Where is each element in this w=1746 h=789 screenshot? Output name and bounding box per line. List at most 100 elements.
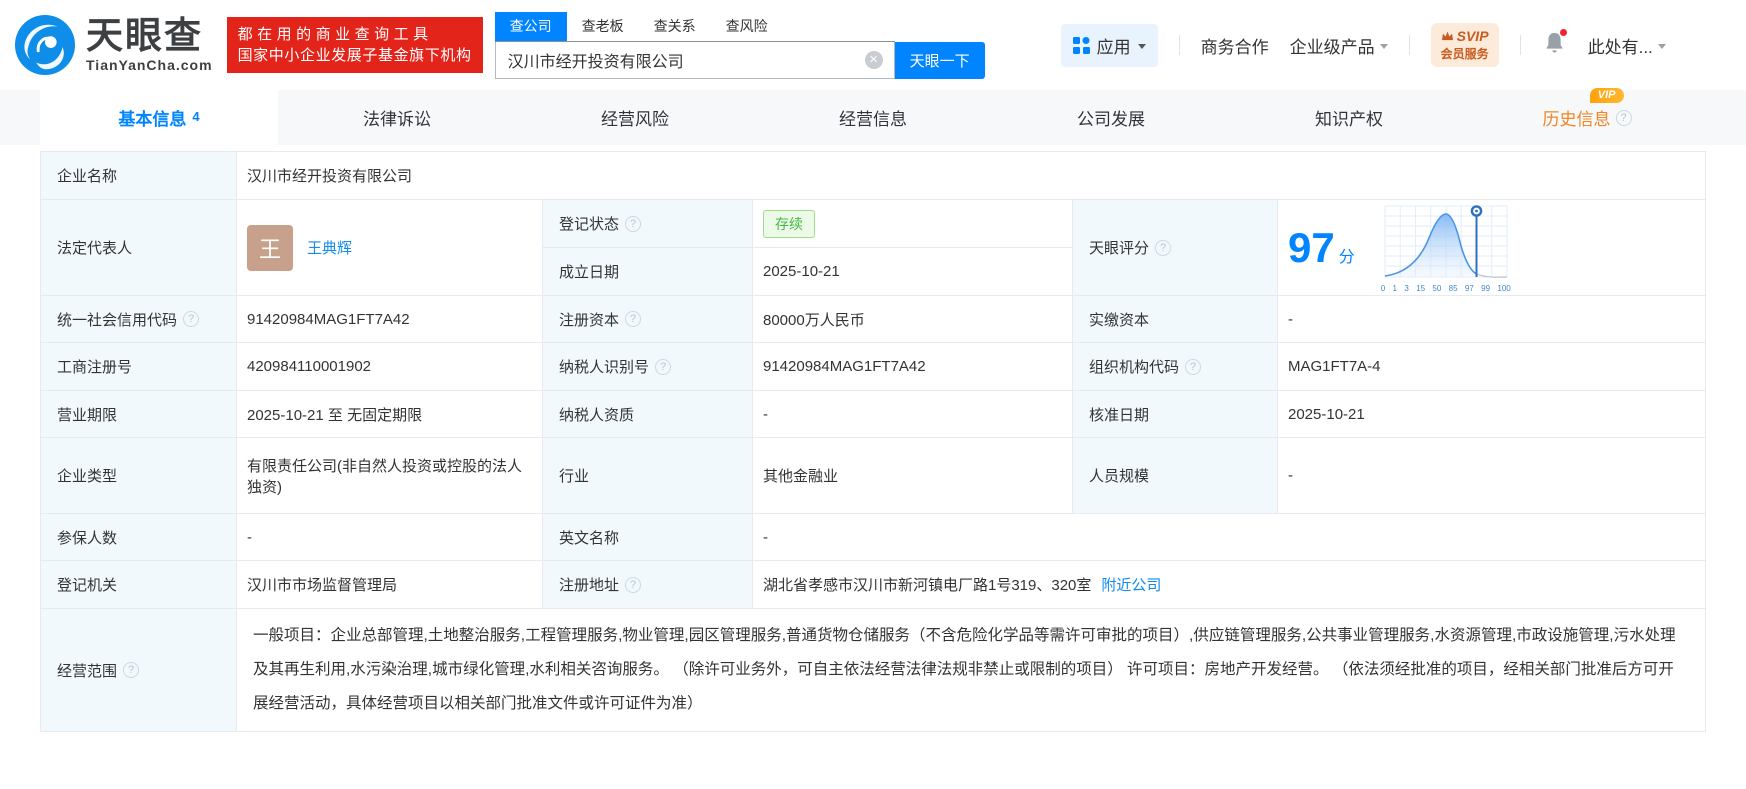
user-menu[interactable]: 此处有... xyxy=(1588,33,1666,58)
label-tianyan-score: 天眼评分 xyxy=(1073,200,1278,296)
value-taxpayer-id: 91420984MAG1FT7A42 xyxy=(753,343,1073,391)
label-text: 注册地址 xyxy=(559,577,620,594)
label-english-name: 英文名称 xyxy=(543,514,753,561)
header: 天眼查 TianYanCha.com 都在用的商业查询工具 国家中小企业发展子基… xyxy=(0,0,1746,90)
help-icon[interactable] xyxy=(625,215,642,232)
label-company-type: 企业类型 xyxy=(41,438,237,514)
value-registration-authority: 汉川市市场监督管理局 xyxy=(237,561,543,609)
tianyancha-logo-icon xyxy=(14,14,76,76)
apps-grid-icon xyxy=(1072,36,1090,54)
value-insured-count: - xyxy=(237,514,543,561)
search-input[interactable] xyxy=(495,50,865,69)
slogan-line1: 都在用的商业查询工具 xyxy=(237,26,433,43)
divider xyxy=(1519,35,1521,55)
tick: 1 xyxy=(1392,284,1397,293)
search-button[interactable]: 天眼一下 xyxy=(894,41,985,79)
label-insured-count: 参保人数 xyxy=(41,514,237,561)
company-section-tabs: 基本信息 4 法律诉讼 经营风险 经营信息 公司发展 知识产权 VIP 历史信息 xyxy=(0,88,1746,145)
crown-icon xyxy=(1441,30,1453,40)
search-tab-risk[interactable]: 查风险 xyxy=(711,12,783,41)
tab-label: 基本信息 xyxy=(118,110,187,129)
slogan-line2: 国家中小企业发展子基金旗下机构 xyxy=(237,47,472,64)
label-text: 纳税人识别号 xyxy=(559,359,650,376)
label-paid-in-capital: 实缴资本 xyxy=(1073,296,1278,343)
header-nav: 应用 商务合作 企业级产品 SVIP 会员服务 此处有... xyxy=(1060,23,1666,67)
label-business-scope: 经营范围 xyxy=(41,609,237,732)
help-icon[interactable] xyxy=(625,576,642,593)
label-industry: 行业 xyxy=(543,438,753,514)
help-icon[interactable] xyxy=(1155,239,1172,256)
tab-history-info[interactable]: VIP 历史信息 xyxy=(1468,88,1706,145)
tick: 97 xyxy=(1464,284,1474,293)
label-registered-capital: 注册资本 xyxy=(543,296,753,343)
tick: 99 xyxy=(1481,284,1491,293)
label-credit-code: 统一社会信用代码 xyxy=(41,296,237,343)
score-value: 97 xyxy=(1288,223,1335,271)
tab-company-development[interactable]: 公司发展 xyxy=(992,90,1230,145)
tab-legal-proceedings[interactable]: 法律诉讼 xyxy=(278,90,516,145)
search-tab-relation[interactable]: 查关系 xyxy=(639,12,711,41)
svip-membership-badge[interactable]: SVIP 会员服务 xyxy=(1430,23,1499,67)
label-establishment-date: 成立日期 xyxy=(543,248,753,296)
label-legal-representative: 法定代表人 xyxy=(41,200,237,296)
search-area: 查公司 查老板 查关系 查风险 天眼一下 xyxy=(494,11,985,79)
help-icon[interactable] xyxy=(1185,358,1202,375)
tab-operation-risk[interactable]: 经营风险 xyxy=(516,90,754,145)
value-registration-status: 存续 xyxy=(753,200,1073,248)
user-name: 此处有... xyxy=(1587,37,1653,57)
notifications-button[interactable] xyxy=(1544,28,1568,59)
status-badge: 存续 xyxy=(763,209,815,238)
tick: 15 xyxy=(1416,284,1426,293)
help-icon[interactable] xyxy=(123,662,140,678)
value-staff-size: - xyxy=(1278,438,1706,514)
enterprise-products-label: 企业级产品 xyxy=(1289,37,1375,57)
tick: 100 xyxy=(1497,284,1511,293)
nav-enterprise-products[interactable]: 企业级产品 xyxy=(1290,33,1388,58)
tab-basic-info[interactable]: 基本信息 4 xyxy=(40,90,278,145)
label-text: 统一社会信用代码 xyxy=(57,311,178,329)
help-icon[interactable] xyxy=(655,358,672,375)
tick: 0 xyxy=(1380,284,1386,293)
value-registered-capital: 80000万人民币 xyxy=(753,296,1073,343)
value-approval-date: 2025-10-21 xyxy=(1278,391,1706,438)
search-tab-company[interactable]: 查公司 xyxy=(494,11,567,41)
search-input-wrap xyxy=(494,41,895,79)
score-unit: 分 xyxy=(1338,248,1355,266)
label-registered-address: 注册地址 xyxy=(543,561,753,609)
value-taxpayer-qualification: - xyxy=(753,391,1073,438)
search-tab-boss[interactable]: 查老板 xyxy=(567,12,639,41)
slogan-banner: 都在用的商业查询工具 国家中小企业发展子基金旗下机构 xyxy=(226,17,483,73)
logo[interactable]: 天眼查 TianYanCha.com xyxy=(14,14,213,76)
tab-operation-info[interactable]: 经营信息 xyxy=(754,90,992,145)
chevron-down-icon xyxy=(1137,43,1146,49)
nav-biz-coop[interactable]: 商务合作 xyxy=(1201,33,1269,58)
value-establishment-date: 2025-10-21 xyxy=(753,248,1073,296)
divider xyxy=(1178,35,1180,55)
tab-label: 历史信息 xyxy=(1542,110,1611,129)
value-industry: 其他金融业 xyxy=(753,438,1073,514)
clear-search-icon[interactable] xyxy=(864,50,883,69)
label-taxpayer-qualification: 纳税人资质 xyxy=(543,391,753,438)
vip-badge: VIP xyxy=(1589,88,1624,103)
value-registered-address: 湖北省孝感市汉川市新河镇电厂路1号319、320室 附近公司 xyxy=(753,561,1706,609)
tick: 3 xyxy=(1404,284,1409,293)
label-registration-status: 登记状态 xyxy=(543,200,753,248)
label-text: 登记状态 xyxy=(559,216,620,233)
value-legal-representative: 王 王典辉 xyxy=(237,200,543,296)
value-credit-code: 91420984MAG1FT7A42 xyxy=(237,296,543,343)
chevron-down-icon xyxy=(1657,43,1666,49)
value-business-term: 2025-10-21 至 无固定期限 xyxy=(237,391,543,438)
help-icon[interactable] xyxy=(183,311,200,327)
avatar[interactable]: 王 xyxy=(247,224,293,271)
label-staff-size: 人员规模 xyxy=(1073,438,1278,514)
help-icon[interactable] xyxy=(625,311,642,327)
label-taxpayer-id: 纳税人识别号 xyxy=(543,343,753,391)
logo-title: 天眼查 xyxy=(86,15,203,56)
apps-menu[interactable]: 应用 xyxy=(1060,23,1158,67)
help-icon[interactable] xyxy=(1615,109,1632,126)
tab-intellectual-property[interactable]: 知识产权 xyxy=(1230,90,1468,145)
address-text: 湖北省孝感市汉川市新河镇电厂路1号319、320室 xyxy=(763,577,1092,594)
nearby-companies-link[interactable]: 附近公司 xyxy=(1101,574,1161,595)
legal-representative-link[interactable]: 王典辉 xyxy=(307,237,352,258)
score-distribution-chart[interactable]: 0 1 3 15 50 85 97 99 100 xyxy=(1381,202,1511,293)
